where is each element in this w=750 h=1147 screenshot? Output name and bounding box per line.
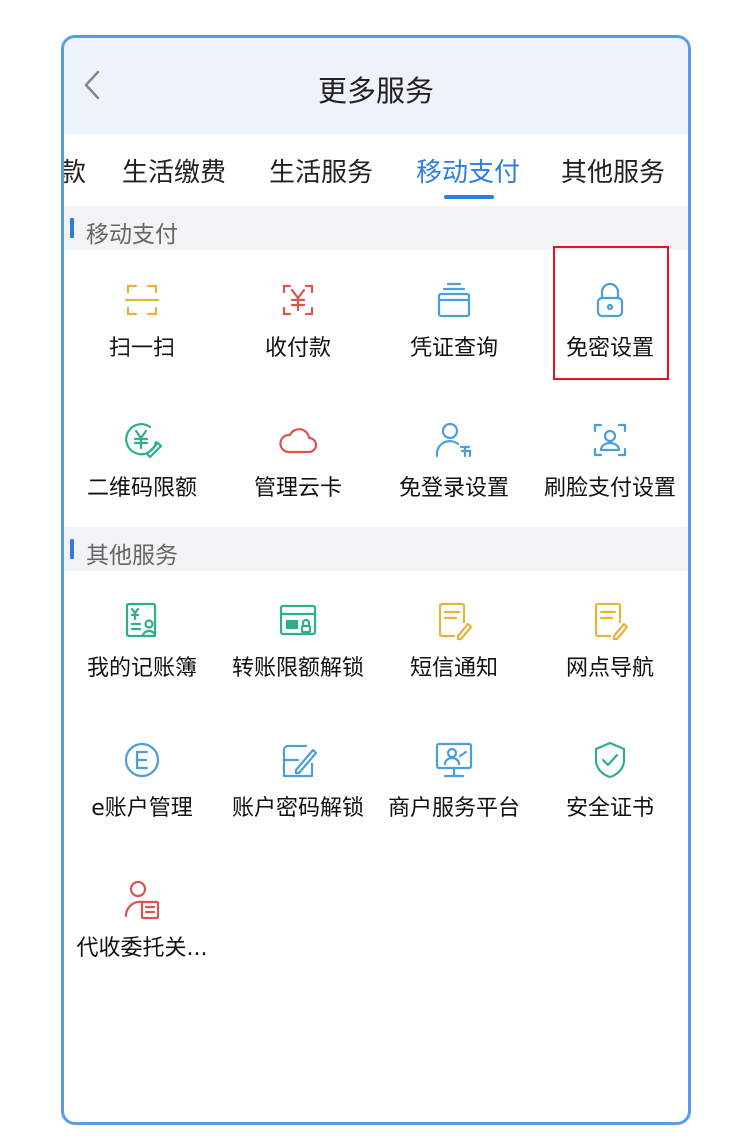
edit-icon <box>276 738 320 782</box>
note-icon <box>588 598 632 642</box>
service-label: 账户密码解锁 <box>231 796 364 821</box>
service-label: e账户管理 <box>91 796 193 821</box>
user-free-icon <box>432 418 476 462</box>
service-password-unlock[interactable]: 账户密码解锁 <box>220 734 376 854</box>
section-header-other-services: 其他服务 <box>64 527 688 571</box>
cloud-icon <box>276 418 320 462</box>
active-tab-indicator <box>444 195 494 199</box>
section-title: 其他服务 <box>86 543 178 569</box>
user-bill-icon <box>120 878 164 922</box>
yuan-frame-icon <box>276 278 320 322</box>
ledger-icon <box>120 598 164 642</box>
service-qr-limit[interactable]: 二维码限额 <box>64 414 220 534</box>
service-scan[interactable]: 扫一扫 <box>64 274 220 394</box>
service-label: 收付款 <box>264 336 331 361</box>
sms-icon <box>432 598 476 642</box>
service-label: 转账限额解锁 <box>231 656 364 681</box>
voucher-icon <box>432 278 476 322</box>
service-collection-entrust[interactable]: 代收委托关... <box>64 874 220 994</box>
face-scan-icon <box>588 418 632 462</box>
service-sms-notice[interactable]: 短信通知 <box>376 594 532 714</box>
category-tabs: 款 生活缴费 生活服务 移动支付 其他服务 <box>64 134 688 206</box>
service-label: 二维码限额 <box>86 476 197 501</box>
tab-living-service[interactable]: 生活服务 <box>269 152 373 189</box>
service-collect-pay[interactable]: 收付款 <box>220 274 376 394</box>
service-label: 管理云卡 <box>253 476 342 501</box>
section-title: 移动支付 <box>86 222 178 248</box>
shield-check-icon <box>588 738 632 782</box>
service-transfer-limit-unlock[interactable]: 转账限额解锁 <box>220 594 376 714</box>
service-e-account[interactable]: e账户管理 <box>64 734 220 854</box>
service-face-pay[interactable]: 刷脸支付设置 <box>532 414 688 534</box>
service-label: 免登录设置 <box>398 476 509 501</box>
page-title: 更多服务 <box>317 74 434 108</box>
service-label: 刷脸支付设置 <box>543 476 676 501</box>
service-label: 凭证查询 <box>409 336 498 361</box>
top-bar: 更多服务 <box>64 38 688 134</box>
service-label: 网点导航 <box>565 656 654 681</box>
yuan-circle-icon <box>120 418 164 462</box>
highlight-box <box>553 246 669 380</box>
service-login-free[interactable]: 免登录设置 <box>376 414 532 534</box>
section-marker <box>70 218 74 238</box>
tab-living-payment[interactable]: 生活缴费 <box>122 152 226 189</box>
scan-icon <box>120 278 164 322</box>
service-ledger[interactable]: 我的记账簿 <box>64 594 220 714</box>
service-label: 短信通知 <box>409 656 498 681</box>
service-label: 安全证书 <box>565 796 654 821</box>
tab-other-service[interactable]: 其他服务 <box>561 152 665 189</box>
service-security-certificate[interactable]: 安全证书 <box>532 734 688 854</box>
service-merchant-platform[interactable]: 商户服务平台 <box>376 734 532 854</box>
service-label: 代收委托关... <box>76 936 208 961</box>
service-cloud-card[interactable]: 管理云卡 <box>220 414 376 534</box>
section-marker <box>70 539 74 559</box>
tab-mobile-payment[interactable]: 移动支付 <box>416 152 520 189</box>
card-lock-icon <box>276 598 320 642</box>
tab-partial[interactable]: 款 <box>64 152 86 189</box>
service-label: 扫一扫 <box>108 336 175 361</box>
section-header-mobile-payment: 移动支付 <box>64 206 688 250</box>
monitor-user-icon <box>432 738 476 782</box>
service-label: 我的记账簿 <box>86 656 197 681</box>
e-circle-icon <box>120 738 164 782</box>
service-label: 商户服务平台 <box>387 796 520 821</box>
service-voucher-query[interactable]: 凭证查询 <box>376 274 532 394</box>
phone-frame: 更多服务 款 生活缴费 生活服务 移动支付 其他服务 移动支付 扫一扫 收付款 <box>61 35 691 1125</box>
service-branch-navigation[interactable]: 网点导航 <box>532 594 688 714</box>
